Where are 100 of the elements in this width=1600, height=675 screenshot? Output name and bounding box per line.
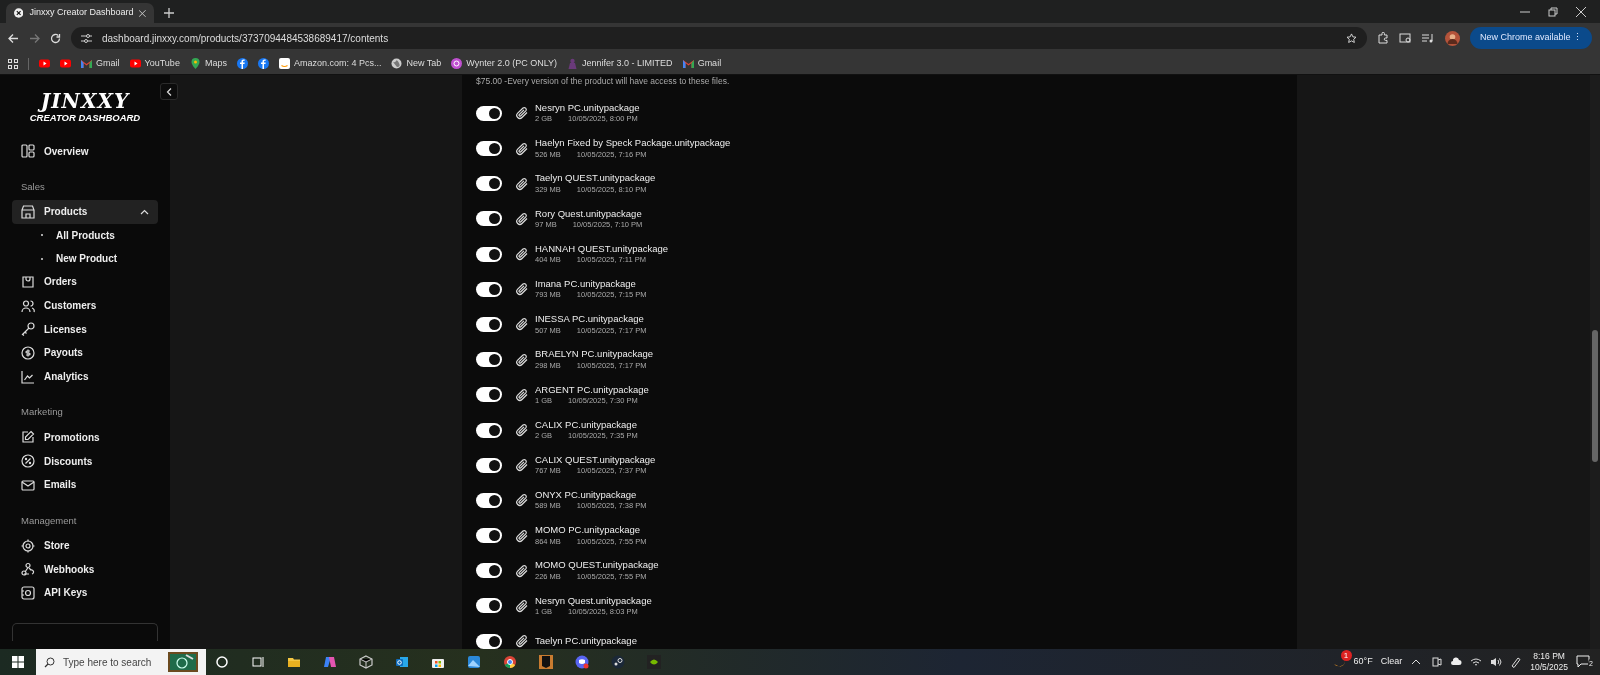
file-name: INESSA PC.unitypackage (535, 313, 645, 325)
paperclip-icon (516, 423, 529, 438)
photos-icon[interactable] (467, 655, 481, 669)
clock[interactable]: 8:16 PM 10/5/2025 (1530, 650, 1568, 674)
chevron-up-icon[interactable] (140, 208, 149, 215)
bookmark[interactable]: Gmail (81, 56, 120, 71)
bookmark[interactable]: Amazon.com: 4 Pcs... (278, 56, 382, 71)
toggle-switch[interactable] (476, 563, 502, 579)
toggle-switch[interactable] (476, 316, 502, 332)
cortana-icon[interactable] (215, 655, 229, 669)
apps-icon[interactable] (8, 58, 18, 69)
url-text: dashboard.jinxxy.com/products/3737094484538689417/contents (102, 31, 389, 46)
file-name: Imana PC.unitypackage (535, 277, 637, 290)
sidebar-item[interactable]: Orders (12, 270, 158, 294)
site-settings-icon[interactable] (81, 33, 92, 43)
bookmark[interactable]: Wynter 2.0 (PC ONLY) (451, 56, 558, 71)
cloud-icon[interactable] (1450, 656, 1463, 668)
toggle-switch[interactable] (476, 633, 502, 649)
sidebar-item[interactable]: Payouts (12, 341, 158, 365)
playlist-icon[interactable] (1421, 32, 1435, 44)
extensions-icon[interactable] (1376, 32, 1389, 44)
discord-icon[interactable] (575, 655, 589, 669)
bookmark[interactable]: Maps (189, 56, 227, 71)
outlook-icon[interactable] (395, 655, 409, 669)
bag-icon (21, 274, 35, 289)
bookmark[interactable]: Gmail (682, 56, 722, 71)
sidebar-item[interactable]: Customers (12, 293, 158, 318)
chevron-left-icon (166, 87, 172, 96)
restore-icon[interactable] (1548, 6, 1558, 17)
toggle-switch[interactable] (476, 528, 502, 544)
facebook-icon[interactable] (236, 58, 248, 69)
mail-icon (21, 477, 35, 492)
paperclip-icon (516, 247, 529, 262)
file-name: CALIX QUEST.unitypackage (535, 453, 656, 466)
toggle-switch[interactable] (476, 281, 502, 297)
browser-tab[interactable]: Jinxxy Creator Dashboard (6, 3, 154, 23)
sidebar-item[interactable]: Discounts (12, 449, 158, 473)
key-icon (21, 322, 35, 337)
bookmarks-divider (28, 57, 29, 70)
sidebar-item[interactable]: API Keys (12, 581, 158, 605)
youtube-icon[interactable] (60, 58, 71, 69)
youtube-icon[interactable] (39, 58, 50, 69)
edit-icon (21, 430, 35, 445)
wifi-icon[interactable] (1470, 656, 1483, 668)
reload-icon[interactable] (50, 32, 61, 44)
media-icon[interactable] (1398, 32, 1412, 44)
toggle-switch[interactable] (476, 141, 502, 157)
sidebar-item[interactable]: Licenses (12, 317, 158, 342)
toggle-switch[interactable] (476, 105, 502, 121)
bookmark[interactable]: New Tab (391, 56, 442, 71)
sidebar-item[interactable]: Emails (12, 472, 158, 497)
folder-icon[interactable] (287, 655, 301, 669)
forward-icon[interactable] (29, 32, 40, 44)
sidebar-subitem[interactable]: All Products (12, 223, 158, 247)
sidebar-item[interactable]: Webhooks (12, 557, 158, 582)
pen-icon[interactable] (1510, 656, 1523, 668)
logo: JINXXY (12, 91, 158, 111)
sidebar-item[interactable]: Analytics (12, 364, 158, 389)
avatar-icon[interactable] (1444, 30, 1460, 46)
toggle-switch[interactable] (476, 457, 502, 473)
file-name: ARGENT PC.unitypackage (535, 383, 649, 395)
percent-icon (21, 454, 35, 469)
close-icon[interactable] (139, 9, 146, 17)
new-tab-icon[interactable] (164, 8, 174, 18)
toggle-switch[interactable] (476, 352, 502, 368)
notification-badge: 1 (1340, 650, 1352, 661)
description: $75.00 -Every version of the product will have access to these files. (476, 75, 731, 88)
address-bar[interactable]: dashboard.jinxxy.com/products/3737094484538689417/contents (71, 27, 1367, 49)
toggle-switch[interactable] (476, 598, 502, 614)
toggle-switch[interactable] (476, 211, 502, 227)
dollar-icon (21, 345, 35, 360)
sidebar-item[interactable]: Products (12, 200, 158, 224)
volume-icon[interactable] (1490, 656, 1503, 668)
task-view-icon[interactable] (251, 655, 265, 669)
sidebar-item[interactable]: Promotions (12, 425, 158, 450)
toggle-switch[interactable] (476, 246, 502, 262)
toggle-switch[interactable] (476, 387, 502, 403)
star-icon[interactable] (1345, 32, 1357, 44)
map-pin-icon (189, 58, 201, 69)
collapse-button[interactable] (160, 83, 178, 100)
toggle-switch[interactable] (476, 176, 502, 192)
file-name: Taelyn PC.unitypackage (535, 635, 637, 647)
windows-icon[interactable] (12, 656, 24, 668)
bookmark[interactable]: YouTube (129, 56, 180, 71)
toggle-switch[interactable] (476, 422, 502, 438)
chrome-icon[interactable] (503, 655, 517, 669)
close-icon[interactable] (1576, 6, 1586, 17)
file-name: Haelyn Fixed by Speck Package.unitypackage (535, 137, 731, 149)
scrollbar[interactable] (1590, 75, 1600, 649)
sidebar-item[interactable]: Store (12, 533, 158, 558)
sidebar-item[interactable]: Overview (12, 139, 158, 163)
figure-icon (567, 58, 579, 69)
toggle-switch[interactable] (476, 492, 502, 508)
circle-icon (451, 58, 463, 69)
update-button[interactable]: New Chrome available ⋮ (1469, 27, 1592, 49)
cube-icon[interactable] (359, 655, 373, 669)
bookmark[interactable]: Jennifer 3.0 - LIMITED (567, 56, 673, 71)
back-icon[interactable] (8, 32, 19, 44)
facebook-icon[interactable] (257, 58, 269, 69)
sidebar-subitem[interactable]: New Product (12, 246, 158, 271)
